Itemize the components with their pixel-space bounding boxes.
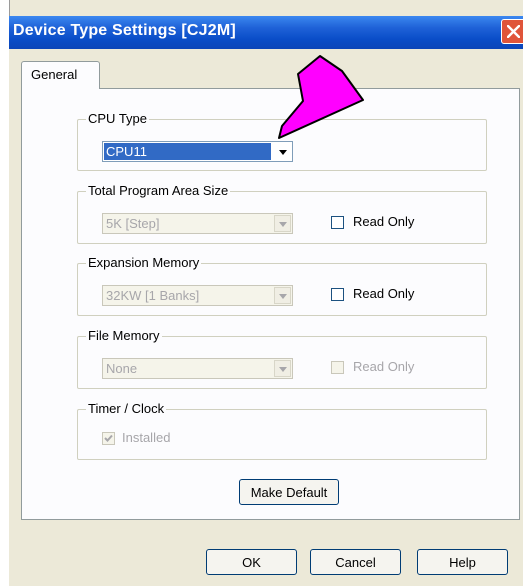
help-button[interactable]: Help <box>417 549 508 575</box>
timer-clock-label: Timer / Clock <box>86 401 167 416</box>
make-default-button[interactable]: Make Default <box>239 479 339 505</box>
tab-panel: CPU Type CPU11 Total Program Area Size 5… <box>21 88 520 520</box>
program-area-dropdown[interactable]: 5K [Step] <box>102 213 293 234</box>
cpu-type-dropdown[interactable]: CPU11 <box>102 141 293 162</box>
expansion-memory-read-only-checkbox[interactable] <box>331 288 344 301</box>
expansion-memory-dropdown-button[interactable] <box>274 287 291 304</box>
cpu-type-label: CPU Type <box>86 111 150 126</box>
checkmark-icon <box>104 434 113 442</box>
program-area-read-only-label: Read Only <box>353 214 415 229</box>
chevron-down-icon <box>279 294 287 299</box>
tab-general-label: General <box>31 67 78 82</box>
cpu-type-value: CPU11 <box>104 143 271 160</box>
program-area-read-only-checkbox[interactable] <box>331 216 344 229</box>
timer-clock-group: Timer / Clock Installed <box>77 401 487 460</box>
title-bar[interactable]: Device Type Settings [CJ2M] <box>9 16 523 49</box>
installed-label: Installed <box>122 430 171 445</box>
chevron-down-icon <box>279 150 287 155</box>
expansion-memory-group: Expansion Memory 32KW [1 Banks] Read Onl… <box>77 255 487 316</box>
file-memory-value: None <box>106 361 138 376</box>
ok-button[interactable]: OK <box>206 549 297 575</box>
file-memory-group: File Memory None Read Only <box>77 328 487 389</box>
close-button[interactable] <box>501 19 523 44</box>
program-area-value: 5K [Step] <box>106 216 160 231</box>
installed-checkbox[interactable] <box>102 432 115 445</box>
window-title: Device Type Settings [CJ2M] <box>13 22 236 39</box>
close-icon <box>507 25 520 38</box>
cpu-type-dropdown-button[interactable] <box>274 143 291 160</box>
expansion-memory-value: 32KW [1 Banks] <box>106 288 200 303</box>
expansion-memory-dropdown[interactable]: 32KW [1 Banks] <box>102 285 293 306</box>
file-memory-dropdown-button[interactable] <box>274 360 291 377</box>
cpu-type-group: CPU Type CPU11 <box>77 111 487 171</box>
tab-general[interactable]: General <box>21 61 100 89</box>
chevron-down-icon <box>279 367 287 372</box>
program-area-dropdown-button[interactable] <box>274 215 291 232</box>
dialog-window: Device Type Settings [CJ2M] General CPU … <box>0 0 523 586</box>
chevron-down-icon <box>279 222 287 227</box>
program-area-group: Total Program Area Size 5K [Step] Read O… <box>77 183 487 244</box>
file-memory-label: File Memory <box>86 328 162 343</box>
file-memory-read-only-checkbox[interactable] <box>331 361 344 374</box>
expansion-memory-read-only-label: Read Only <box>353 286 415 301</box>
file-memory-read-only-label: Read Only <box>353 359 415 374</box>
expansion-memory-label: Expansion Memory <box>86 255 202 270</box>
file-memory-dropdown[interactable]: None <box>102 358 293 379</box>
dialog-body: General CPU Type CPU11 Total Program Are… <box>9 49 523 586</box>
program-area-label: Total Program Area Size <box>86 183 231 198</box>
cancel-button[interactable]: Cancel <box>310 549 401 575</box>
